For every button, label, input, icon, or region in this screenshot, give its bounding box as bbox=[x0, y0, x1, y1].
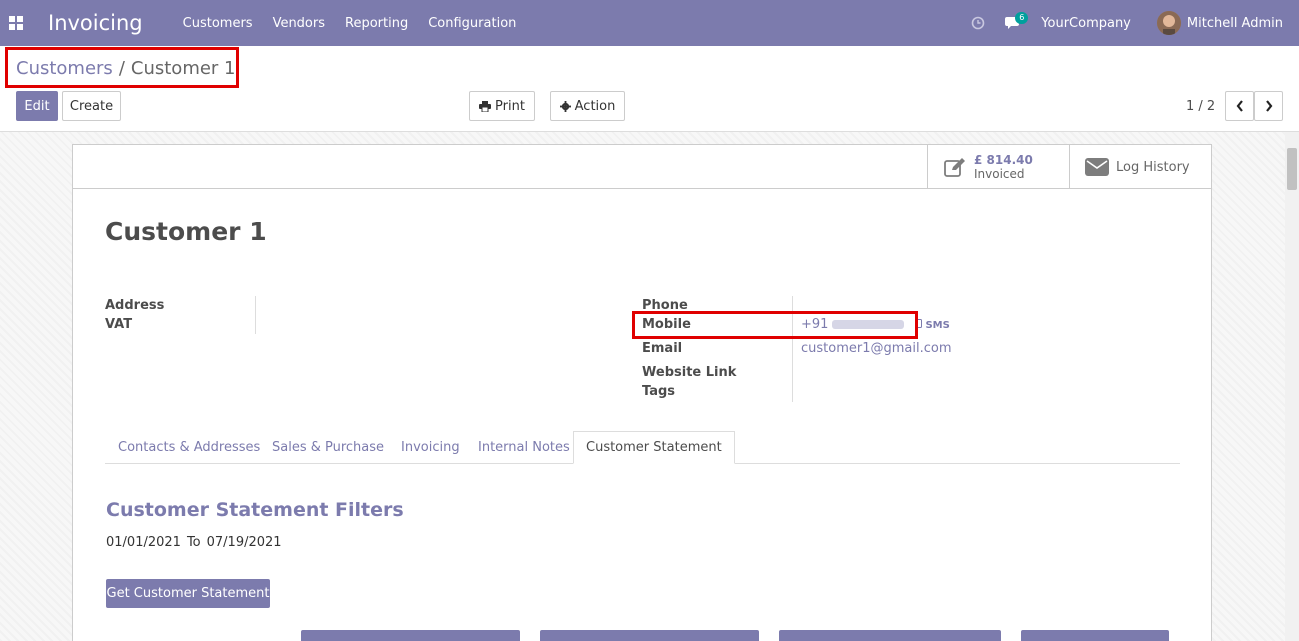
app-title[interactable]: Invoicing bbox=[48, 11, 143, 35]
scrollbar-thumb[interactable] bbox=[1287, 148, 1297, 190]
date-to-value[interactable]: 07/19/2021 bbox=[207, 535, 282, 550]
vertical-scrollbar[interactable] bbox=[1285, 132, 1299, 641]
right-group-divider bbox=[792, 296, 793, 402]
mobile-country-code: +91 bbox=[801, 317, 829, 332]
user-menu[interactable]: Mitchell Admin bbox=[1187, 16, 1283, 31]
activity-clock-icon[interactable] bbox=[965, 0, 991, 46]
chevron-left-icon bbox=[1236, 100, 1243, 112]
form-sheet: £ 814.40 Invoiced Log History Customer 1… bbox=[72, 144, 1212, 641]
address-label: Address bbox=[105, 298, 165, 313]
date-from-value[interactable]: 01/01/2021 bbox=[106, 535, 181, 550]
tab-sales-purchase[interactable]: Sales & Purchase bbox=[260, 431, 396, 464]
sms-label: SMS bbox=[925, 320, 950, 331]
left-group-divider bbox=[255, 296, 256, 334]
statement-filters-title: Customer Statement Filters bbox=[106, 499, 404, 521]
phone-label: Phone bbox=[642, 298, 688, 313]
sms-link[interactable]: SMS bbox=[916, 319, 950, 331]
tab-internal-notes[interactable]: Internal Notes bbox=[466, 431, 582, 464]
menu-customers[interactable]: Customers bbox=[183, 16, 253, 31]
tab-customer-statement[interactable]: Customer Statement bbox=[573, 431, 735, 464]
company-switcher[interactable]: YourCompany bbox=[1041, 16, 1131, 31]
breadcrumb-customers-link[interactable]: Customers bbox=[16, 58, 113, 79]
invoiced-stat-button[interactable]: £ 814.40 Invoiced bbox=[927, 145, 1069, 189]
tab-invoicing[interactable]: Invoicing bbox=[389, 431, 472, 464]
breadcrumb-separator: / bbox=[118, 58, 125, 79]
email-label: Email bbox=[642, 341, 683, 356]
breadcrumb-current: Customer 1 bbox=[130, 58, 236, 79]
mobile-number-redacted bbox=[832, 320, 905, 329]
create-button[interactable]: Create bbox=[62, 91, 121, 121]
gear-icon bbox=[559, 100, 571, 112]
smart-button-box: £ 814.40 Invoiced Log History bbox=[73, 145, 1211, 189]
print-icon bbox=[479, 100, 492, 112]
get-customer-statement-button[interactable]: Get Customer Statement bbox=[106, 579, 270, 608]
envelope-icon bbox=[1084, 158, 1110, 176]
website-label: Website Link bbox=[642, 365, 737, 380]
mobile-label: Mobile bbox=[642, 317, 691, 332]
apps-menu-icon[interactable] bbox=[0, 0, 32, 46]
statement-date-range: 01/01/2021 To 07/19/2021 bbox=[106, 535, 282, 550]
invoiced-label: Invoiced bbox=[974, 167, 1025, 181]
pager-next-button[interactable] bbox=[1254, 91, 1283, 121]
invoiced-amount: £ 814.40 bbox=[974, 153, 1033, 167]
chevron-right-icon bbox=[1265, 100, 1272, 112]
statement-action-button-4[interactable] bbox=[1021, 630, 1169, 641]
notebook-tabs: Contacts & Addresses Sales & Purchase In… bbox=[105, 431, 1180, 464]
log-history-button[interactable]: Log History bbox=[1069, 145, 1211, 189]
email-value[interactable]: customer1@gmail.com bbox=[801, 341, 952, 356]
control-panel: Customers / Customer 1 Edit Create Print… bbox=[0, 46, 1299, 132]
tags-label: Tags bbox=[642, 384, 676, 399]
statement-action-button-2[interactable] bbox=[540, 630, 759, 641]
date-to-label: To bbox=[186, 535, 201, 550]
action-label: Action bbox=[574, 98, 616, 114]
grid-icon bbox=[9, 16, 23, 30]
messaging-chat-icon[interactable]: 6 bbox=[997, 0, 1029, 46]
record-title: Customer 1 bbox=[105, 217, 267, 246]
menu-reporting[interactable]: Reporting bbox=[345, 16, 408, 31]
pager-previous-button[interactable] bbox=[1225, 91, 1254, 121]
log-history-label: Log History bbox=[1116, 159, 1190, 175]
chat-badge: 6 bbox=[1015, 12, 1029, 24]
edit-button[interactable]: Edit bbox=[16, 91, 58, 121]
breadcrumb: Customers / Customer 1 bbox=[16, 58, 236, 79]
navbar-systray: 6 YourCompany Mitchell Admin bbox=[965, 0, 1299, 46]
statement-action-button-3[interactable] bbox=[779, 630, 1001, 641]
vat-label: VAT bbox=[105, 317, 133, 332]
print-label: Print bbox=[495, 98, 525, 114]
print-button[interactable]: Print bbox=[469, 91, 535, 121]
main-menu: Customers Vendors Reporting Configuratio… bbox=[183, 16, 517, 31]
pencil-square-icon bbox=[942, 157, 968, 177]
menu-vendors[interactable]: Vendors bbox=[273, 16, 325, 31]
pager-value[interactable]: 1 / 2 bbox=[1186, 99, 1215, 114]
statement-action-button-1[interactable] bbox=[301, 630, 520, 641]
mobile-phone-icon bbox=[916, 319, 922, 328]
menu-configuration[interactable]: Configuration bbox=[428, 16, 516, 31]
user-avatar[interactable] bbox=[1156, 11, 1181, 35]
top-navbar: Invoicing Customers Vendors Reporting Co… bbox=[0, 0, 1299, 46]
tab-contacts-addresses[interactable]: Contacts & Addresses bbox=[106, 431, 272, 464]
mobile-value[interactable]: +91 bbox=[801, 317, 905, 332]
action-button[interactable]: Action bbox=[550, 91, 625, 121]
